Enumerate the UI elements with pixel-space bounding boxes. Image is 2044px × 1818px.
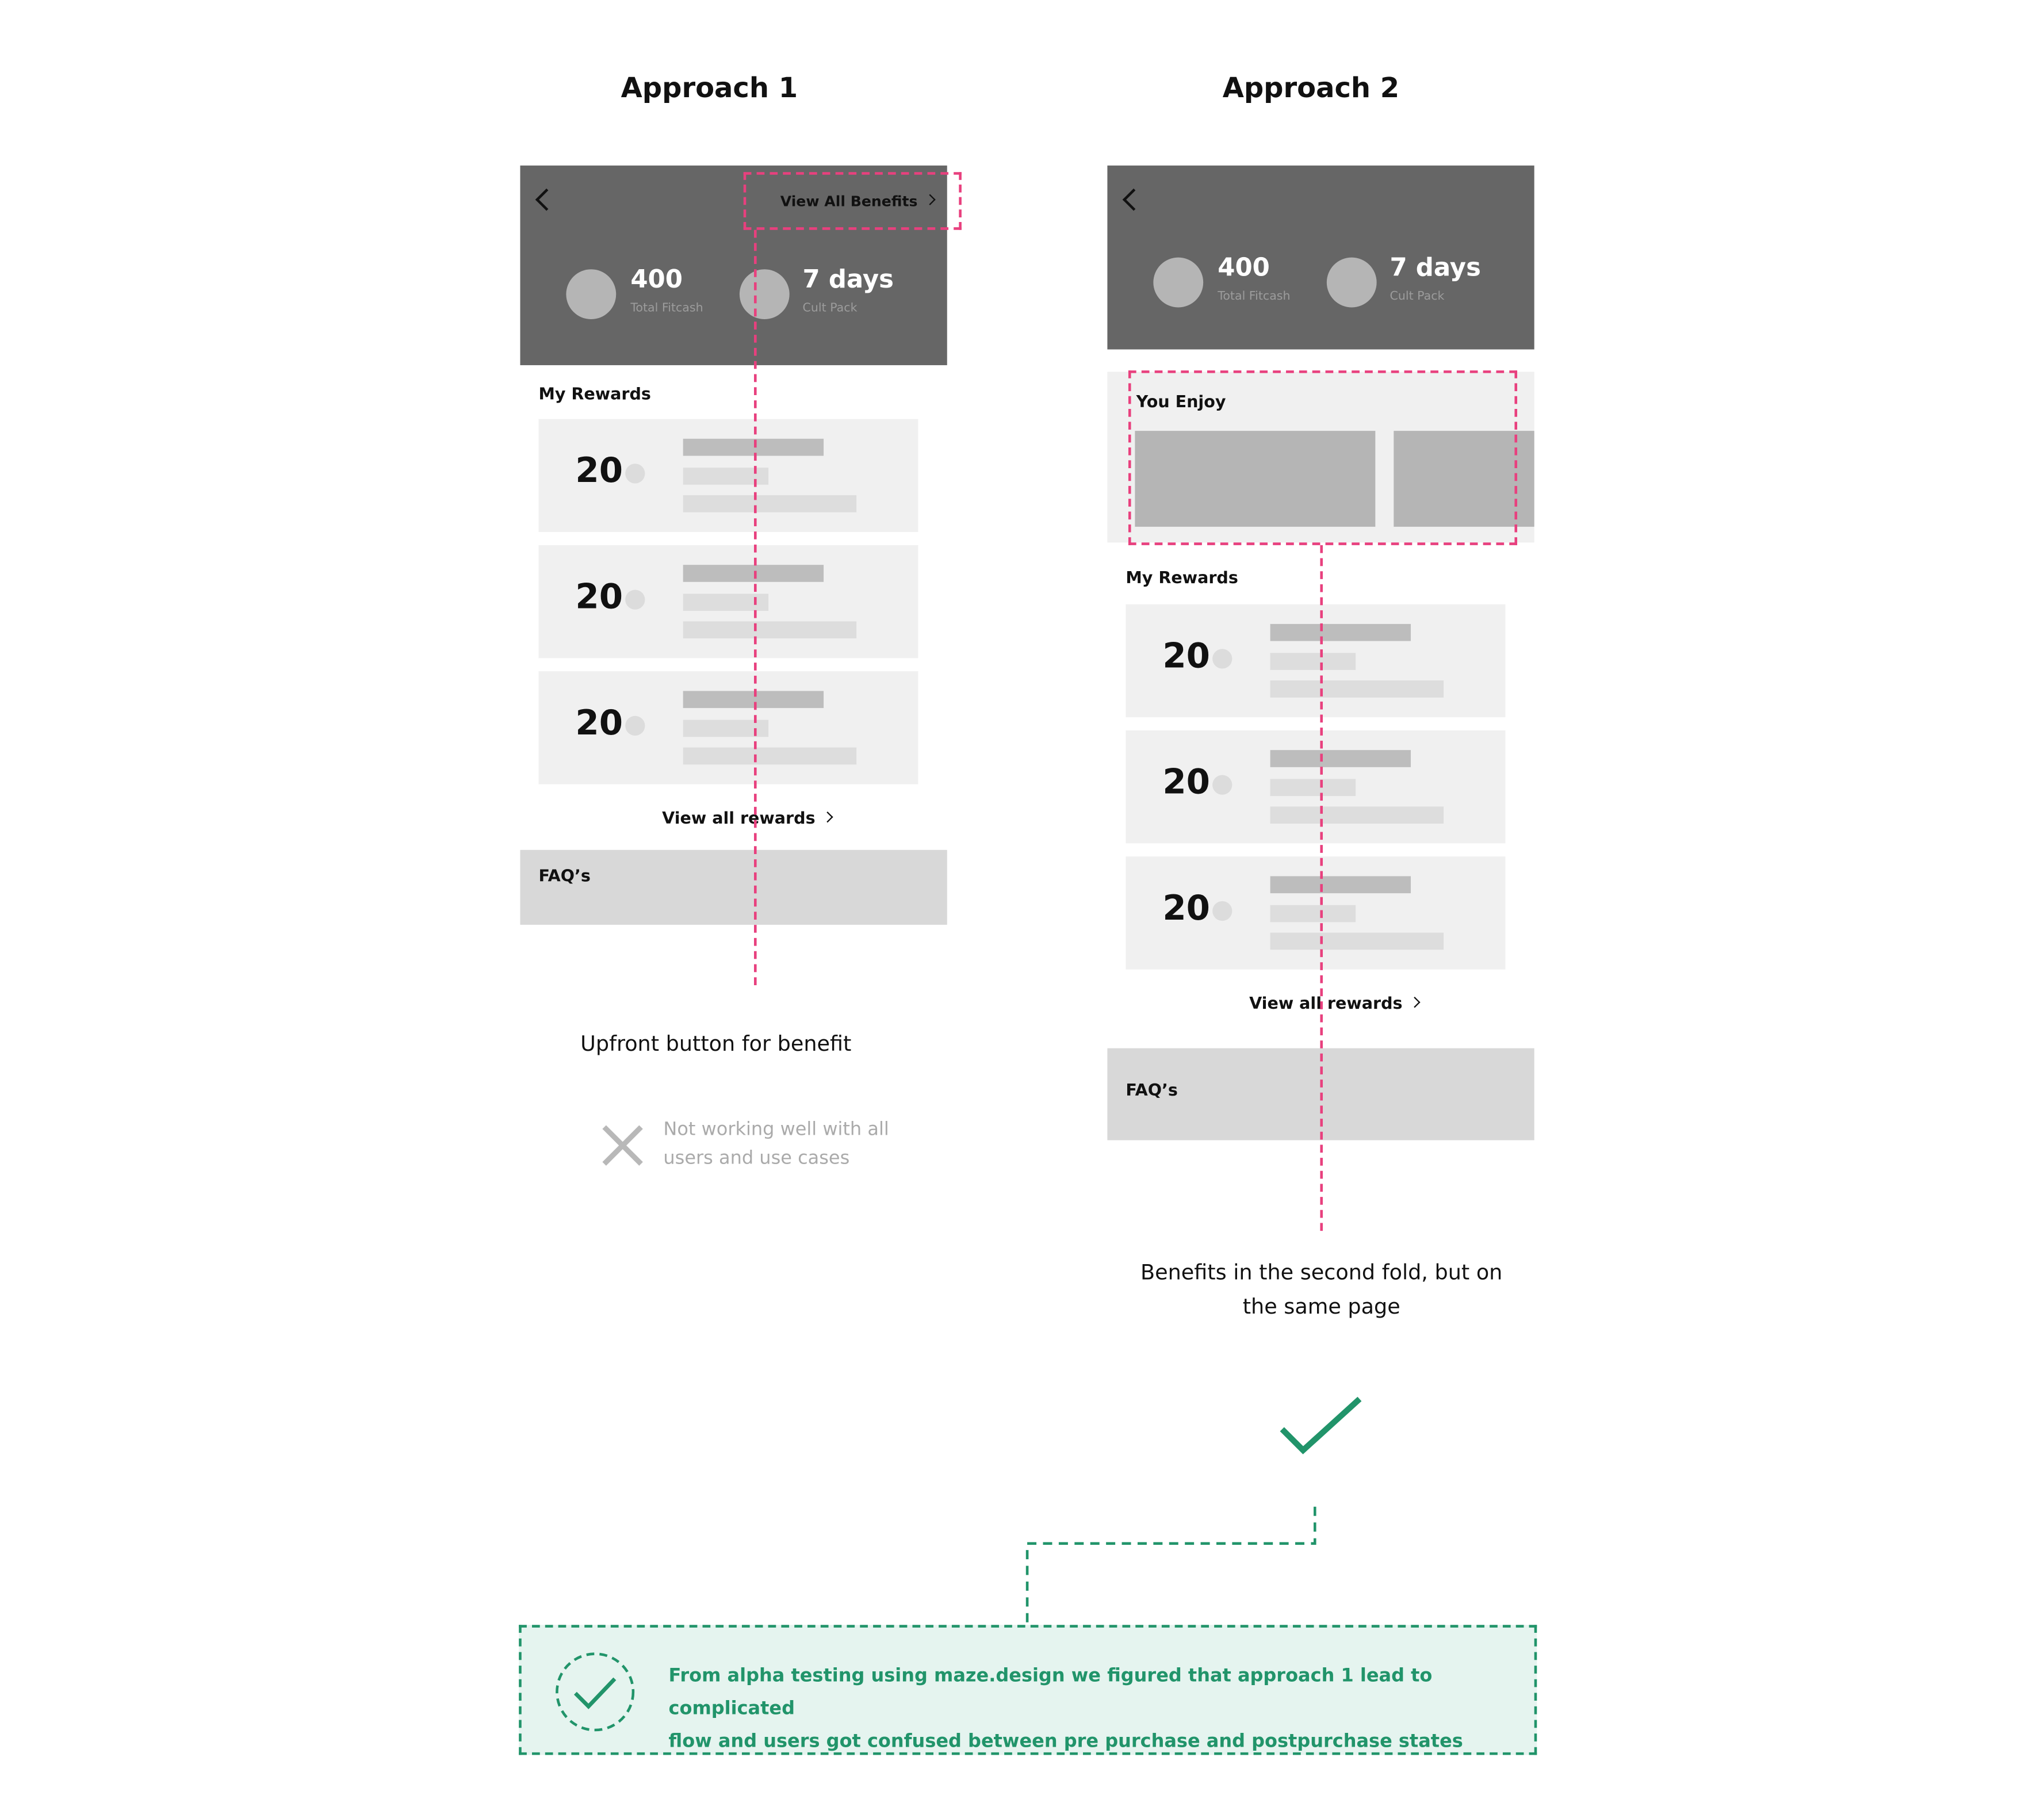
coin-icon <box>1212 775 1232 795</box>
back-arrow-icon[interactable] <box>1122 188 1145 211</box>
placeholder-bar <box>1270 680 1444 698</box>
placeholder-bar <box>683 438 824 456</box>
conclusion-callout: From alpha testing using maze.design we … <box>519 1625 1537 1755</box>
conclusion-text: From alpha testing using maze.design we … <box>669 1660 1534 1759</box>
wallet-header: 400 Total Fitcash 7 days Cult Pack <box>1107 165 1534 350</box>
approach-2-caption: Benefits in the second fold, but on the … <box>1124 1256 1518 1325</box>
reward-card[interactable]: 20 <box>538 545 918 659</box>
placeholder-bar <box>1270 876 1411 894</box>
view-all-rewards-label: View all rewards <box>1249 993 1403 1013</box>
fitcash-icon <box>566 269 617 320</box>
approach-1-caption: Upfront button for benefit <box>580 1031 852 1057</box>
check-circle-icon <box>556 1652 635 1732</box>
placeholder-bar <box>683 691 824 709</box>
fitcash-icon <box>1153 257 1204 308</box>
approach-1-wireframe: View All Benefits 400 Total Fitcash 7 da… <box>520 165 947 928</box>
reward-card[interactable]: 20 <box>538 419 918 533</box>
faq-title: FAQ’s <box>1126 1080 1178 1100</box>
my-rewards-title: My Rewards <box>538 383 651 404</box>
coin-icon <box>1212 649 1232 669</box>
coin-icon <box>625 464 645 484</box>
approach-1-verdict: Not working well with all users and use … <box>663 1115 889 1173</box>
comparison-diagram: Approach 1 View All Benefits 400 Total F… <box>0 0 2044 1818</box>
fitcash-label: Total Fitcash <box>1218 290 1291 304</box>
placeholder-bar <box>683 495 857 512</box>
reward-card[interactable]: 20 <box>1126 730 1506 844</box>
benefits-button-highlight <box>743 172 962 230</box>
reward-card[interactable]: 20 <box>538 671 918 784</box>
reward-card[interactable]: 20 <box>1126 856 1506 970</box>
fitcash-label: Total Fitcash <box>630 302 703 316</box>
view-all-rewards-link[interactable]: View all rewards <box>1249 993 1420 1013</box>
faq-title: FAQ’s <box>538 866 591 886</box>
chevron-right-icon <box>1408 997 1420 1008</box>
reward-value: 20 <box>1162 889 1210 929</box>
cult-pack-icon <box>739 269 790 320</box>
placeholder-bar <box>1270 932 1444 950</box>
conclusion-line: flow and users got confused between pre … <box>668 1731 1463 1752</box>
reward-card[interactable]: 20 <box>1126 604 1506 718</box>
connector-line <box>754 229 757 986</box>
reward-value: 20 <box>1162 763 1210 803</box>
faq-section[interactable]: FAQ’s <box>520 849 947 925</box>
verdict-line: Not working well with all <box>663 1119 889 1140</box>
cult-pack-value: 7 days <box>1390 253 1481 283</box>
connector-line <box>1320 545 1323 1231</box>
view-all-rewards-link[interactable]: View all rewards <box>662 807 833 828</box>
cult-pack-label: Cult Pack <box>1390 290 1445 304</box>
placeholder-bar <box>1270 905 1356 923</box>
placeholder-bar <box>683 747 857 765</box>
coin-icon <box>1212 901 1232 921</box>
check-icon <box>1280 1396 1362 1455</box>
reward-value: 20 <box>575 451 623 492</box>
coin-icon <box>625 715 645 736</box>
connector-line <box>1025 1506 1316 1626</box>
cross-icon <box>602 1125 643 1166</box>
view-all-rewards-label: View all rewards <box>662 807 816 828</box>
verdict-line: users and use cases <box>663 1148 850 1169</box>
coin-icon <box>625 590 645 610</box>
fitcash-value: 400 <box>630 265 683 294</box>
approach-2-heading: Approach 2 <box>1222 72 1400 104</box>
chevron-right-icon <box>821 811 833 823</box>
cult-pack-label: Cult Pack <box>802 302 858 316</box>
cult-pack-icon <box>1326 257 1377 308</box>
cult-pack-value: 7 days <box>802 265 894 294</box>
placeholder-bar <box>1270 750 1411 767</box>
conclusion-line: From alpha testing using maze.design we … <box>668 1666 1433 1720</box>
reward-value: 20 <box>1162 637 1210 677</box>
you-enjoy-highlight <box>1128 370 1518 545</box>
placeholder-bar <box>683 621 857 639</box>
placeholder-bar <box>1270 653 1356 670</box>
placeholder-bar <box>683 565 824 582</box>
placeholder-bar <box>1270 806 1444 824</box>
placeholder-bar <box>1270 623 1411 641</box>
placeholder-bar <box>1270 779 1356 797</box>
caption-line: Benefits in the second fold, but on <box>1140 1260 1503 1285</box>
my-rewards-title: My Rewards <box>1126 567 1238 587</box>
caption-line: the same page <box>1242 1293 1400 1319</box>
back-arrow-icon[interactable] <box>535 188 558 211</box>
reward-value: 20 <box>575 577 623 618</box>
approach-1-heading: Approach 1 <box>621 72 798 104</box>
fitcash-value: 400 <box>1218 253 1270 283</box>
reward-value: 20 <box>575 704 623 744</box>
